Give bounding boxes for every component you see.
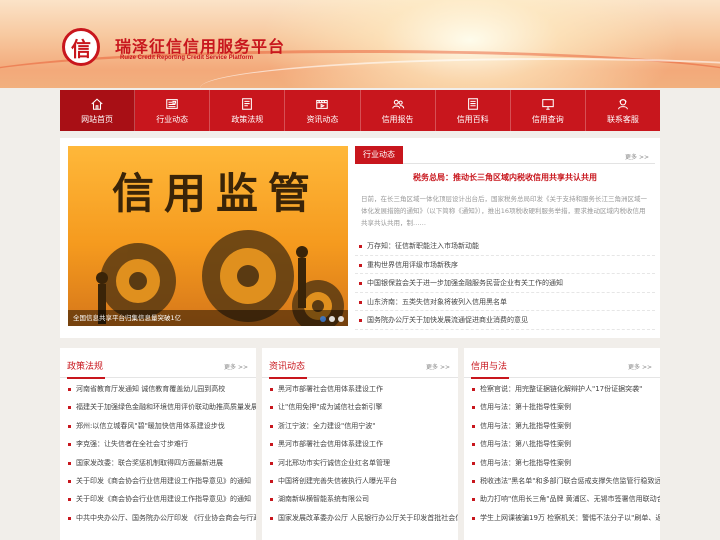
list-item[interactable]: 中国将创建完善失信被执行人曝光平台: [262, 472, 458, 490]
industry-summary: 日前，在长三角区域一体化顶层设计出台后，国家税务总局印发《关于支持和服务长江三角…: [361, 195, 647, 227]
column-more-link[interactable]: 更多 >>: [628, 362, 652, 371]
list-item[interactable]: 山东济南：五类失信对象将被列入信用黑名单: [355, 293, 655, 311]
nav-item-label: 信用查询: [531, 114, 564, 124]
nav-item-report[interactable]: 信用报告: [361, 90, 436, 131]
column-header: 资讯动态 更多 >>: [262, 348, 458, 379]
list-item[interactable]: 信用与法：第八批指导性案例: [464, 435, 660, 453]
nav-item-label: 信用百科: [456, 114, 489, 124]
list-item[interactable]: 河南省教育厅发通知 诚信教育覆盖幼儿园到高校: [60, 380, 256, 398]
video-icon: [316, 99, 329, 109]
list-item[interactable]: 李克强：让失信者在全社会寸步难行: [60, 435, 256, 453]
list-item[interactable]: 信用与法：第七批指导性案例: [464, 454, 660, 472]
nav-item-label: 行业动态: [156, 114, 189, 124]
document-icon: [242, 97, 253, 110]
column-more-link[interactable]: 更多 >>: [224, 362, 248, 371]
service-icon: [618, 98, 628, 109]
slider-dot[interactable]: [338, 316, 344, 322]
list-item[interactable]: 郑州:以信立城春风"碧"暖加快信用体系建设步伐: [60, 417, 256, 435]
featured-panel: 信用监管 全国信息共享平台归集信息量突破1亿 行业动态 更多 >> 税务总局：推…: [60, 138, 660, 338]
list-item[interactable]: 重构世界信用评级市场新秩序: [355, 256, 655, 274]
column-title[interactable]: 资讯动态: [269, 359, 308, 379]
list-item[interactable]: 让"信用免押"成为诚信社会新引擎: [262, 398, 458, 416]
column-more-link[interactable]: 更多 >>: [426, 362, 450, 371]
list-item[interactable]: 关于印发《商会协会行业信用建设工作指导意见》的通知: [60, 472, 256, 490]
list-item[interactable]: 黑河市部署社会信用体系建设工作: [262, 435, 458, 453]
list-item[interactable]: 中共中央办公厅、国务院办公厅印发 《行业协会商会与行政机关脱钩: [60, 509, 256, 527]
column-title[interactable]: 信用与法: [471, 359, 510, 379]
list-item[interactable]: 国务院办公厅关于加快发展流通促进商业消费的意见: [355, 311, 655, 330]
list-item[interactable]: 国家发改委：联合奖惩机制取得四方面最新进展: [60, 454, 256, 472]
nav-item-news[interactable]: 资讯动态: [285, 90, 361, 131]
slider-caption[interactable]: 全国信息共享平台归集信息量突破1亿: [73, 312, 181, 322]
site-title[interactable]: 瑞泽征信信用服务平台: [115, 33, 285, 57]
users-icon: [391, 99, 404, 109]
nav-item-label: 政策法规: [231, 114, 264, 124]
site-header: 信 瑞泽征信信用服务平台 Ruize Credit Reporting Cred…: [0, 0, 720, 88]
news-column: 资讯动态 更多 >> 黑河市部署社会信用体系建设工作 让"信用免押"成为诚信社会…: [262, 348, 458, 540]
industry-news-tag[interactable]: 行业动态: [355, 146, 403, 164]
newspaper-icon: [166, 98, 178, 109]
monitor-icon: [542, 98, 554, 110]
book-icon: [467, 97, 478, 110]
gears-illustration: [96, 230, 344, 326]
column-header: 政策法规 更多 >>: [60, 348, 256, 379]
nav-item-policy[interactable]: 政策法规: [210, 90, 286, 131]
home-icon: [91, 97, 103, 110]
nav-item-service[interactable]: 联系客服: [586, 90, 660, 131]
column-title[interactable]: 政策法规: [67, 359, 106, 379]
list-item[interactable]: 信用与法：第九批指导性案例: [464, 417, 660, 435]
nav-item-industry[interactable]: 行业动态: [135, 90, 211, 131]
nav-item-label: 网站首页: [81, 114, 114, 124]
slider-dot[interactable]: [329, 316, 335, 322]
nav-item-home[interactable]: 网站首页: [60, 90, 136, 131]
list-item[interactable]: 中国银保监会关于进一步加强金融服务民营企业有关工作的通知: [355, 274, 655, 293]
list-item[interactable]: 关于印发《商会协会行业信用建设工作指导意见》的通知: [60, 490, 256, 508]
list-item[interactable]: 福建关于加强绿色金融和环境信用评价联动助推高质量发展: [60, 398, 256, 416]
nav-item-label: 信用报告: [381, 114, 414, 124]
list-item[interactable]: 国家发展改革委办公厅 人民银行办公厅关于印发首批社会信用体系建设: [262, 509, 458, 527]
slider-dots: [320, 316, 344, 322]
list-item[interactable]: 浙江宁波：全力建设"信用宁波": [262, 417, 458, 435]
list-item[interactable]: 检察官说：用完整证据链化解辩护人"17份证据突袭": [464, 380, 660, 398]
column-list: 河南省教育厅发通知 诚信教育覆盖幼儿园到高校 福建关于加强绿色金融和环境信用评价…: [60, 378, 256, 527]
nav-item-label: 联系客服: [606, 114, 639, 124]
column-list: 黑河市部署社会信用体系建设工作 让"信用免押"成为诚信社会新引擎 浙江宁波：全力…: [262, 378, 458, 527]
policy-column: 政策法规 更多 >> 河南省教育厅发通知 诚信教育覆盖幼儿园到高校 福建关于加强…: [60, 348, 256, 540]
list-item[interactable]: 万存知：征信新职能注入市场新动能: [355, 237, 655, 256]
list-item[interactable]: 助力打响"信用长三角"品牌 黄浦区、无锡市签署信用联动合作协议: [464, 490, 660, 508]
industry-news-list: 万存知：征信新职能注入市场新动能 重构世界信用评级市场新秩序 中国银保监会关于进…: [355, 237, 655, 330]
nav-item-query[interactable]: 信用查询: [511, 90, 586, 131]
nav-item-wiki[interactable]: 信用百科: [436, 90, 511, 131]
credit-law-column: 信用与法 更多 >> 检察官说：用完整证据链化解辩护人"17份证据突袭" 信用与…: [464, 348, 660, 540]
main-nav: 网站首页 行业动态 政策法规 资讯动态 信用报告 信用百科 信用查询 联系客服: [60, 90, 660, 131]
logo-char: 信: [71, 36, 91, 61]
site-logo[interactable]: 信: [62, 28, 100, 66]
list-item[interactable]: 信用与法：第十批指导性案例: [464, 398, 660, 416]
column-header: 信用与法 更多 >>: [464, 348, 660, 379]
list-item[interactable]: 学生上网课被骗19万 检察机关：警惕不法分子以"刷单、返利"为名: [464, 509, 660, 527]
industry-news-header: 行业动态 更多 >>: [355, 146, 655, 164]
nav-item-label: 资讯动态: [306, 114, 339, 124]
list-item[interactable]: 黑河市部署社会信用体系建设工作: [262, 380, 458, 398]
industry-news-block: 行业动态 更多 >> 税务总局：推动长三角区域内税收信用共享共认共用 日前，在长…: [355, 146, 655, 331]
industry-more-link[interactable]: 更多 >>: [625, 152, 649, 161]
image-slider[interactable]: 信用监管 全国信息共享平台归集信息量突破1亿: [68, 146, 348, 326]
column-list: 检察官说：用完整证据链化解辩护人"17份证据突袭" 信用与法：第十批指导性案例 …: [464, 378, 660, 527]
list-item[interactable]: 湖南新纵横智能系统有限公司: [262, 490, 458, 508]
slider-dot[interactable]: [320, 316, 326, 322]
list-item[interactable]: 税收违法"黑名单"和多部门联合惩戒支撑失信监管行稳致远: [464, 472, 660, 490]
list-item[interactable]: 河北邢功市实行诚信企业红名单管理: [262, 454, 458, 472]
site-subtitle: Ruize Credit Reporting Credit Service Pl…: [120, 55, 254, 61]
industry-headline[interactable]: 税务总局：推动长三角区域内税收信用共享共认共用: [355, 172, 655, 183]
